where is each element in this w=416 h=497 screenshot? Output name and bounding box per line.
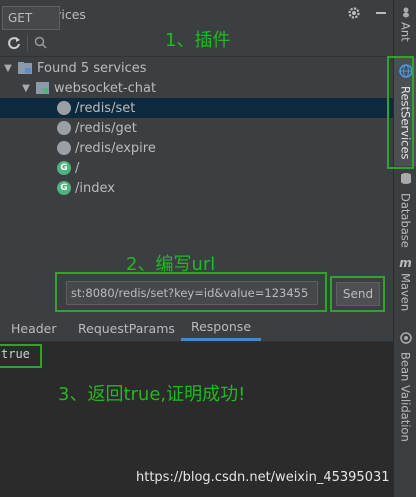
tree-endpoint-root[interactable]: G /: [0, 158, 393, 178]
get-method-icon: G: [57, 161, 71, 175]
tree-module[interactable]: ▼ websocket-chat: [0, 78, 393, 98]
endpoint-path: /: [75, 160, 80, 176]
send-button[interactable]: Send: [336, 282, 380, 306]
get-method-icon: G: [57, 181, 71, 195]
tab-header[interactable]: Header: [11, 315, 57, 341]
annotation-step3: 3、返回true,证明成功!: [58, 384, 246, 405]
endpoint-path: /redis/get: [75, 120, 137, 136]
service-tree: ▼ Found 5 services ▼ websocket-chat /red…: [0, 57, 393, 267]
chevron-down-icon[interactable]: ▼: [2, 63, 14, 74]
endpoint-method-icon: [57, 141, 71, 155]
tree-endpoint-redis-get[interactable]: /redis/get: [0, 118, 393, 138]
database-icon: [400, 172, 412, 189]
request-tabs: Header RequestParams Response: [0, 315, 393, 341]
tree-endpoint-redis-set[interactable]: /redis/set: [0, 98, 393, 118]
side-tab-label: Ant: [398, 22, 413, 42]
refresh-icon[interactable]: [7, 36, 21, 50]
side-tab-ant[interactable]: Ant: [394, 6, 416, 42]
side-tab-label: Bean Validation: [398, 352, 413, 442]
response-body: true: [1, 347, 30, 361]
tab-response[interactable]: Response: [181, 315, 261, 341]
side-tab-database[interactable]: Database: [394, 172, 416, 248]
tree-module-label: websocket-chat: [54, 80, 157, 96]
side-tab-bean-validation[interactable]: Bean Validation: [394, 332, 416, 442]
minimize-icon[interactable]: [375, 7, 387, 23]
side-tab-maven[interactable]: m Maven: [394, 256, 416, 311]
ant-icon: [400, 6, 412, 22]
tab-request-params[interactable]: RequestParams: [78, 315, 175, 341]
chevron-down-icon[interactable]: ▼: [20, 83, 32, 94]
gear-icon[interactable]: [347, 6, 361, 24]
tree-root[interactable]: ▼ Found 5 services: [0, 58, 393, 78]
tree-endpoint-redis-expire[interactable]: /redis/expire: [0, 138, 393, 158]
bean-validation-icon: [399, 332, 412, 348]
endpoint-method-icon: [57, 121, 71, 135]
watermark: https://blog.csdn.net/weixin_45395031: [136, 470, 390, 485]
rest-services-panel: RestServices ▼ Found 5 services ▼: [0, 0, 393, 497]
annotation-step1: 1、插件: [165, 30, 231, 51]
tree-root-label: Found 5 services: [37, 60, 147, 76]
restservices-highlight-box: [387, 56, 414, 169]
side-tab-label: Database: [398, 193, 413, 248]
http-method-select[interactable]: GET: [2, 6, 60, 30]
endpoint-path: /redis/expire: [75, 140, 156, 156]
endpoint-path: /index: [75, 180, 115, 196]
endpoint-method-icon: [57, 101, 71, 115]
search-icon[interactable]: [34, 36, 47, 49]
side-tab-label: Maven: [398, 273, 413, 312]
url-input[interactable]: st:8080/redis/set?key=id&value=123455: [66, 281, 318, 305]
tree-endpoint-index[interactable]: G /index: [0, 178, 393, 198]
services-folder-icon: [18, 62, 32, 74]
endpoint-path: /redis/set: [75, 100, 136, 116]
toolbar-divider: [27, 34, 28, 51]
maven-icon: m: [399, 256, 412, 270]
module-icon: [36, 82, 49, 94]
